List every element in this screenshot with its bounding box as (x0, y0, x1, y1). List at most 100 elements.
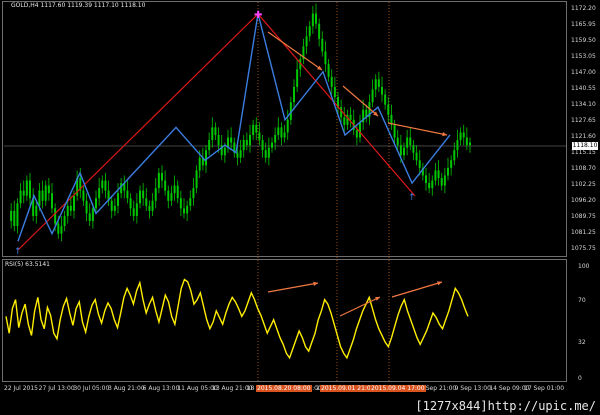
candle-body (142, 190, 145, 199)
fractal-marker-top: ✚ (254, 10, 262, 21)
candle-body (22, 190, 25, 196)
candle-body (399, 145, 402, 156)
arrow-price-1 (267, 31, 323, 71)
candle-body (387, 104, 390, 115)
arrow-price-1-head (317, 65, 322, 70)
candle-body (469, 142, 471, 146)
candle-body (60, 226, 63, 234)
candle-body (443, 175, 446, 186)
candle-body (381, 86, 383, 95)
candle-body (296, 69, 299, 87)
candle-body (283, 132, 286, 138)
candle-body (318, 23, 321, 39)
arrow-rsi-1-head (313, 281, 318, 286)
candle-body (321, 38, 324, 52)
candle-body (19, 190, 22, 204)
candle-body (425, 175, 427, 184)
candle-body (25, 180, 28, 196)
candle-body (308, 26, 311, 37)
candle-body (277, 127, 280, 135)
candle-body (69, 205, 72, 211)
candle-body (54, 208, 57, 224)
candle-body (374, 79, 377, 90)
candle-body (66, 205, 69, 216)
candle-body (161, 172, 163, 181)
chart-canvas[interactable]: ✚ ↑ ↑ (0, 0, 600, 415)
candle-body (459, 132, 462, 141)
arrow-price-3-head (442, 131, 447, 137)
candle-body (85, 200, 88, 214)
candle-body (428, 183, 431, 189)
candle-body (110, 200, 113, 211)
candle-body (170, 193, 173, 201)
candle-body (261, 140, 264, 151)
candle-body (286, 119, 289, 133)
candle-body (255, 124, 258, 133)
candle-body (434, 170, 437, 181)
candle-body (403, 147, 405, 156)
candle-body (208, 140, 211, 151)
candle-body (82, 190, 85, 201)
candle-body (264, 150, 267, 158)
candle-body (327, 64, 330, 77)
candle-body (271, 142, 273, 148)
candle-body (129, 198, 132, 209)
candle-body (305, 36, 308, 47)
candle-body (189, 198, 192, 206)
candle-body (252, 124, 255, 135)
candle-body (330, 76, 333, 87)
candle-body (211, 127, 214, 141)
candle-body (113, 205, 116, 211)
candle-body (51, 193, 53, 209)
arrow-rsi-3 (391, 281, 443, 298)
candle-body (145, 198, 148, 206)
candle-body (98, 188, 101, 199)
candle-body (47, 185, 50, 194)
candle-body (315, 13, 317, 24)
candle-body (132, 208, 135, 216)
candle-body (418, 160, 421, 168)
arrow-price-3 (387, 122, 448, 136)
candle-body (245, 140, 248, 146)
candle-body (91, 208, 94, 222)
candle-body (239, 150, 242, 158)
watermark-text: [1277x844]http://upic.me/ (415, 399, 596, 413)
candle-body (409, 137, 412, 146)
candle-body (236, 152, 239, 158)
candle-body (95, 198, 97, 209)
candle-body (456, 140, 459, 151)
candle-body (176, 185, 179, 199)
candle-body (217, 134, 220, 146)
chart-window: GOLD,H4 1117.60 1119.39 1117.10 1118.10 … (0, 0, 600, 415)
candle-body (44, 185, 47, 201)
candle-body (151, 200, 154, 211)
candle-body (377, 79, 380, 87)
candle-body (73, 195, 75, 211)
candle-body (293, 86, 295, 103)
candle-body (406, 137, 409, 148)
candle-body (324, 51, 327, 65)
candle-body (29, 180, 31, 199)
candle-body (195, 170, 198, 189)
candle-body (88, 213, 91, 222)
candle-body (167, 190, 170, 201)
candle-body (371, 89, 374, 103)
candle-body (183, 208, 185, 214)
candle-body (249, 134, 251, 146)
candle-body (396, 137, 399, 146)
candle-body (57, 223, 60, 234)
candle-body (104, 180, 107, 191)
candle-body (164, 180, 167, 191)
fractal-marker-bottom: ↑ (14, 247, 22, 257)
candle-body (258, 132, 261, 141)
candle-body (186, 205, 189, 214)
candle-body (63, 215, 66, 227)
candle-body (267, 147, 270, 158)
candle-body (41, 190, 44, 201)
candle-body (242, 140, 245, 151)
candle-body (311, 13, 314, 27)
candle-body (38, 190, 41, 206)
candle-body (415, 152, 418, 161)
candle-body (205, 150, 207, 166)
arrow-rsi-1 (267, 282, 319, 293)
